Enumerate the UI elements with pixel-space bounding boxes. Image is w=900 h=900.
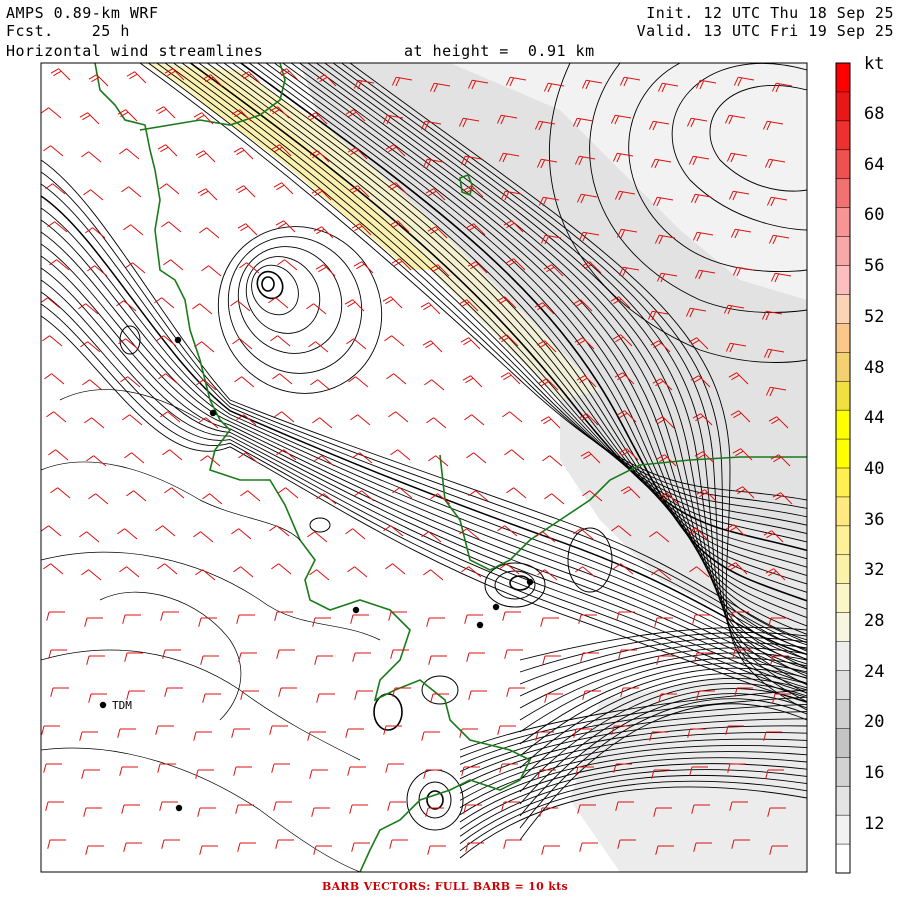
station-dot xyxy=(175,804,183,812)
colorbar-segment xyxy=(836,410,850,440)
station-dot xyxy=(476,621,484,629)
colorbar-tick-label: 68 xyxy=(864,104,885,124)
colorbar-segment xyxy=(836,323,850,353)
colorbar-segment xyxy=(836,786,850,816)
colorbar-segment xyxy=(836,63,850,93)
colorbar-segment xyxy=(836,583,850,614)
colorbar-segment xyxy=(836,91,850,122)
colorbar-tick-label: 16 xyxy=(864,763,885,784)
colorbar-segment xyxy=(836,757,850,787)
colorbar-segment xyxy=(836,352,850,382)
colorbar-segment xyxy=(836,670,850,700)
colorbar-tick-label: 24 xyxy=(864,661,885,682)
colorbar-segment xyxy=(836,844,850,874)
colorbar xyxy=(836,63,850,874)
colorbar-segment xyxy=(836,496,850,527)
colorbar-tick-label: 44 xyxy=(864,408,885,429)
colorbar-segment xyxy=(836,381,850,411)
map-field: TDM xyxy=(41,63,807,872)
station-dot xyxy=(209,409,217,417)
station-dot xyxy=(174,336,182,344)
station-dot xyxy=(492,603,500,611)
colorbar-tick-label: 36 xyxy=(864,509,885,530)
colorbar-segment xyxy=(836,525,850,556)
colorbar-segment xyxy=(836,699,850,729)
colorbar-tick-label: 40 xyxy=(864,458,885,479)
colorbar-segment xyxy=(836,178,850,209)
colorbar-tick-label: 28 xyxy=(864,611,885,631)
colorbar-tick-label: 52 xyxy=(864,306,885,327)
colorbar-tick-label: 32 xyxy=(864,560,885,581)
colorbar-segment xyxy=(836,149,850,180)
station-dot xyxy=(526,578,534,586)
barb-legend: BARB VECTORS: FULL BARB = 10 kts xyxy=(322,880,568,893)
colorbar-segment xyxy=(836,728,850,758)
station-dot xyxy=(352,606,360,614)
colorbar-tick-label: 56 xyxy=(864,256,885,277)
colorbar-segment xyxy=(836,468,850,498)
colorbar-tick-label: 48 xyxy=(864,357,885,378)
colorbar-tick-label: 60 xyxy=(864,205,885,226)
streamline-map: TDM xyxy=(40,62,851,874)
colorbar-segment xyxy=(836,120,850,151)
colorbar-tick-label: 64 xyxy=(864,154,885,175)
colorbar-tick-label: 12 xyxy=(864,813,885,834)
colorbar-segment xyxy=(836,236,850,266)
colorbar-tick-label: 20 xyxy=(864,712,885,733)
colorbar-segment xyxy=(836,612,850,643)
station-label-tdm: TDM xyxy=(112,699,132,712)
colorbar-unit: kt xyxy=(864,54,885,74)
colorbar-segment xyxy=(836,265,850,295)
colorbar-segment xyxy=(836,439,850,469)
colorbar-segment xyxy=(836,294,850,324)
colorbar-segment xyxy=(836,641,850,671)
colorbar-segment xyxy=(836,554,850,585)
station-dot-tdm xyxy=(99,701,107,709)
colorbar-segment xyxy=(836,815,850,845)
colorbar-segment xyxy=(836,207,850,238)
